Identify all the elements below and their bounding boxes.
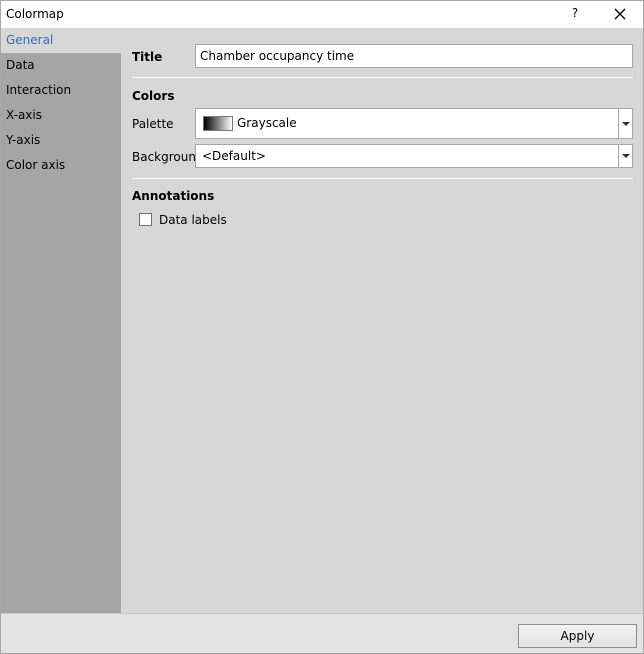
chevron-down-icon xyxy=(618,145,632,167)
sidebar-item-general[interactable]: General xyxy=(1,28,121,53)
sidebar: General Data Interaction X-axis Y-axis C… xyxy=(1,28,121,613)
sidebar-item-data[interactable]: Data xyxy=(1,53,121,78)
background-dropdown[interactable]: <Default> xyxy=(195,144,633,168)
separator xyxy=(132,178,633,179)
palette-label: Palette xyxy=(132,117,174,131)
background-label: Background xyxy=(132,150,204,164)
data-labels-label: Data labels xyxy=(159,213,227,227)
dialog-footer: Apply xyxy=(1,613,643,653)
close-icon xyxy=(614,8,626,20)
sidebar-item-label: X-axis xyxy=(6,108,42,122)
help-button[interactable]: ? xyxy=(567,6,583,23)
annotations-section-heading: Annotations xyxy=(132,189,215,203)
chevron-down-icon xyxy=(618,109,632,138)
sidebar-item-color-axis[interactable]: Color axis xyxy=(1,153,121,178)
sidebar-item-label: General xyxy=(6,33,54,47)
apply-button[interactable]: Apply xyxy=(518,624,637,648)
colormap-dialog: Colormap ? General Data Interaction X-ax… xyxy=(0,0,644,654)
window-title: Colormap xyxy=(6,7,64,21)
sidebar-item-x-axis[interactable]: X-axis xyxy=(1,103,121,128)
general-panel: Title Chamber occupancy time Colors Pale… xyxy=(121,28,643,613)
background-value: <Default> xyxy=(202,149,266,163)
sidebar-item-label: Color axis xyxy=(6,158,66,172)
sidebar-item-label: Interaction xyxy=(6,83,72,97)
palette-dropdown[interactable]: Grayscale xyxy=(195,108,633,139)
title-label: Title xyxy=(132,50,163,64)
title-bar: Colormap ? xyxy=(1,1,643,28)
title-input[interactable]: Chamber occupancy time xyxy=(195,44,633,68)
separator xyxy=(132,77,633,78)
close-button[interactable] xyxy=(608,4,632,25)
sidebar-item-label: Data xyxy=(6,58,35,72)
palette-gradient-swatch xyxy=(203,116,233,131)
data-labels-checkbox[interactable] xyxy=(139,213,152,226)
colors-section-heading: Colors xyxy=(132,89,175,103)
sidebar-item-label: Y-axis xyxy=(6,133,41,147)
sidebar-item-y-axis[interactable]: Y-axis xyxy=(1,128,121,153)
sidebar-item-interaction[interactable]: Interaction xyxy=(1,78,121,103)
palette-value: Grayscale xyxy=(237,116,297,130)
